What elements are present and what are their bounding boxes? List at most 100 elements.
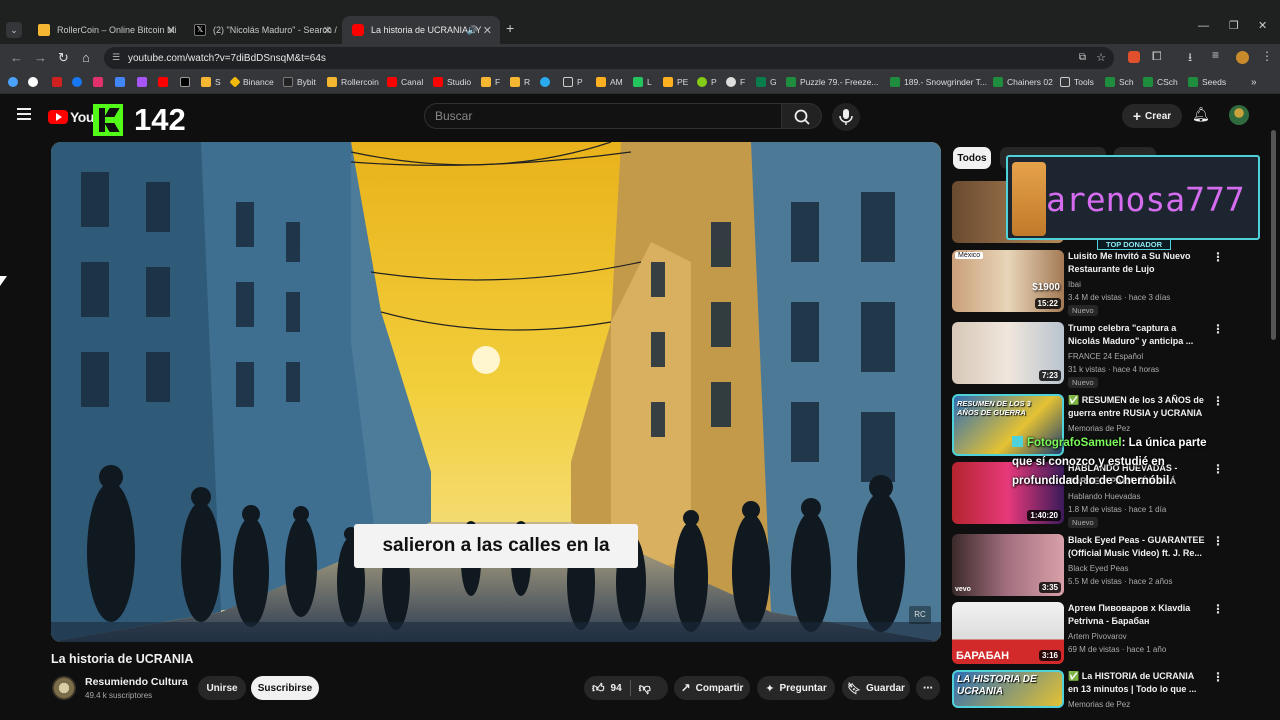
bookmark-snowgrinder[interactable]: 189.- Snowgrinder T... [890,77,987,87]
bookmark-icon-6[interactable] [115,77,129,87]
more-options-icon[interactable]: ⋮ [1212,394,1224,408]
bookmark-icon-5[interactable] [93,77,107,87]
save-button[interactable]: 🔖︎ Guardar [842,676,910,700]
restore-button[interactable]: ❐ [1229,19,1239,32]
install-icon[interactable]: ⧉ [1079,52,1086,63]
bookmark-s[interactable]: S [201,77,221,87]
more-options-icon[interactable]: ⋮ [1212,462,1224,476]
related-channel[interactable]: Artem Pivovarov [1068,630,1127,643]
bookmark-telegram[interactable] [540,77,554,87]
more-options-icon[interactable]: ⋮ [1212,534,1224,548]
home-icon[interactable]: ⌂ [82,50,90,65]
bookmark-f[interactable]: F [481,77,500,87]
bookmark-canal[interactable]: Canal [387,77,423,87]
reload-icon[interactable]: ↻ [58,50,69,66]
speaker-icon[interactable]: 🔊 [467,25,478,36]
bookmark-seeds[interactable]: Seeds [1188,77,1226,87]
related-channel[interactable]: Ibai [1068,278,1081,291]
thumbs-down-icon[interactable]: 👎︎ [639,681,651,696]
bookmark-icon-8[interactable] [158,77,172,87]
bookmark-icon-4[interactable] [72,77,86,87]
channel-avatar[interactable] [52,676,76,700]
bookmark-binance[interactable]: Binance [229,76,274,88]
more-options-icon[interactable]: ⋮ [1212,670,1224,684]
bookmark-p[interactable]: P [697,77,717,87]
related-channel[interactable]: Memorias de Pez [1068,422,1130,435]
bookmark-rollercoin[interactable]: Rollercoin [327,77,379,87]
close-icon[interactable]: ✕ [323,24,332,37]
channel-name[interactable]: Resumiendo Cultura [85,676,188,688]
bookmark-star-icon[interactable]: ☆ [1096,51,1106,64]
related-thumbnail-5[interactable]: vevo 3:35 [952,534,1064,596]
search-input[interactable]: Buscar [424,103,782,129]
menu-icon[interactable]: ⋮ [1261,49,1273,63]
bookmark-l[interactable]: L [633,77,652,87]
avatar[interactable] [1229,105,1249,125]
url-field[interactable]: ☰ youtube.com/watch?v=7diBdDSnsqM&t=64s … [104,47,1114,69]
join-button[interactable]: Unirse [198,676,246,700]
close-window-button[interactable]: ✕ [1258,19,1267,32]
related-thumbnail-1[interactable]: México $1900 15:22 [952,250,1064,312]
bookmark-icon-7[interactable] [137,77,151,87]
chip-all[interactable]: Todos [953,147,991,169]
close-icon[interactable]: ✕ [483,24,492,37]
bookmark-csch[interactable]: CSch [1143,77,1178,87]
bookmark-icon-3[interactable] [52,77,66,87]
bookmark-chainers[interactable]: Chainers 02 [993,77,1053,87]
hamburger-menu-icon[interactable] [17,108,31,120]
more-bookmarks-icon[interactable]: » [1251,77,1257,88]
tab-search-icon[interactable]: ⌄ [6,22,22,38]
page-scrollbar[interactable] [1271,130,1276,340]
bookmark-tools[interactable]: Tools [1060,77,1094,87]
related-channel[interactable]: Hablando Huevadas [1068,490,1141,503]
tab-youtube[interactable]: La historia de UCRANIA - Y 🔊 ✕ [342,16,500,44]
related-title[interactable]: Black Eyed Peas - GUARANTEE (Official Mus… [1068,534,1208,560]
bookmark-studio[interactable]: Studio [433,77,471,87]
related-title[interactable]: Trump celebra "captura a Nicolás Maduro" … [1068,322,1208,348]
site-info-icon[interactable]: ☰ [112,52,120,63]
channel-watermark[interactable]: RC [909,606,931,624]
share-button[interactable]: ↗ Compartir [674,676,750,700]
puzzle-extensions-icon[interactable]: ⧠ [1152,49,1162,64]
bookmark-am[interactable]: AM [596,77,623,87]
bookmark-icon-2[interactable] [28,77,42,87]
related-title[interactable]: Luisito Me Invitó a Su Nuevo Restaurante … [1068,250,1208,276]
bookmark-r[interactable]: R [510,77,530,87]
bookmark-g[interactable]: G [756,77,777,87]
more-options-icon[interactable]: ⋮ [1212,250,1224,264]
tab-x-search[interactable]: 𝕏 (2) "Nicolás Maduro" - Search / ✕ [184,16,340,44]
ask-button[interactable]: ✦ Preguntar [757,676,835,700]
more-options-icon[interactable]: ⋮ [1212,322,1224,336]
search-button[interactable] [782,103,822,129]
related-thumbnail-4[interactable]: 1:40:20 [952,462,1064,524]
related-channel[interactable]: Black Eyed Peas [1068,562,1128,575]
create-button[interactable]: + Crear [1122,104,1182,128]
more-options-icon[interactable]: ⋮ [1212,602,1224,616]
bookmark-pe[interactable]: PE [663,77,688,87]
minimize-button[interactable]: — [1198,20,1209,32]
back-icon[interactable]: ← [10,50,23,65]
subscribe-button[interactable]: Suscribirse [251,676,319,700]
extension-icon[interactable] [1128,51,1140,63]
like-button[interactable]: 👍︎ 94 [584,681,622,696]
forward-icon[interactable]: → [34,50,47,65]
profile-icon[interactable] [1236,51,1249,64]
new-tab-button[interactable]: + [506,20,514,36]
notifications-bell-icon[interactable]: 🔔︎ [1192,106,1210,123]
bookmark-icon-1[interactable] [8,77,22,87]
related-title[interactable]: ✅ La HISTORIA de UCRANIA en 13 minutos | … [1068,670,1208,696]
related-thumbnail-7[interactable]: LA HISTORIA DE UCRANIA [952,670,1064,708]
related-thumbnail-2[interactable]: 7:23 [952,322,1064,384]
related-title[interactable]: ✅ RESUMEN de los 3 AÑOS de guerra entre R… [1068,394,1208,420]
related-channel[interactable]: FRANCE 24 Español [1068,350,1143,363]
media-icon[interactable]: ≡ [1212,48,1219,62]
related-thumbnail-6[interactable]: БАРАБАН 3:16 [952,602,1064,664]
close-icon[interactable]: ✕ [167,24,176,37]
bookmark-p-folder[interactable]: P [563,77,583,87]
voice-search-button[interactable] [832,103,860,131]
download-icon[interactable]: ⭳ [1188,48,1192,69]
bookmark-f2[interactable]: F [726,77,745,87]
bookmark-puzzle79[interactable]: Puzzle 79.- Freeze... [786,77,878,87]
more-actions-button[interactable]: ⋯ [916,676,940,700]
bookmark-icon-9[interactable] [180,77,194,87]
